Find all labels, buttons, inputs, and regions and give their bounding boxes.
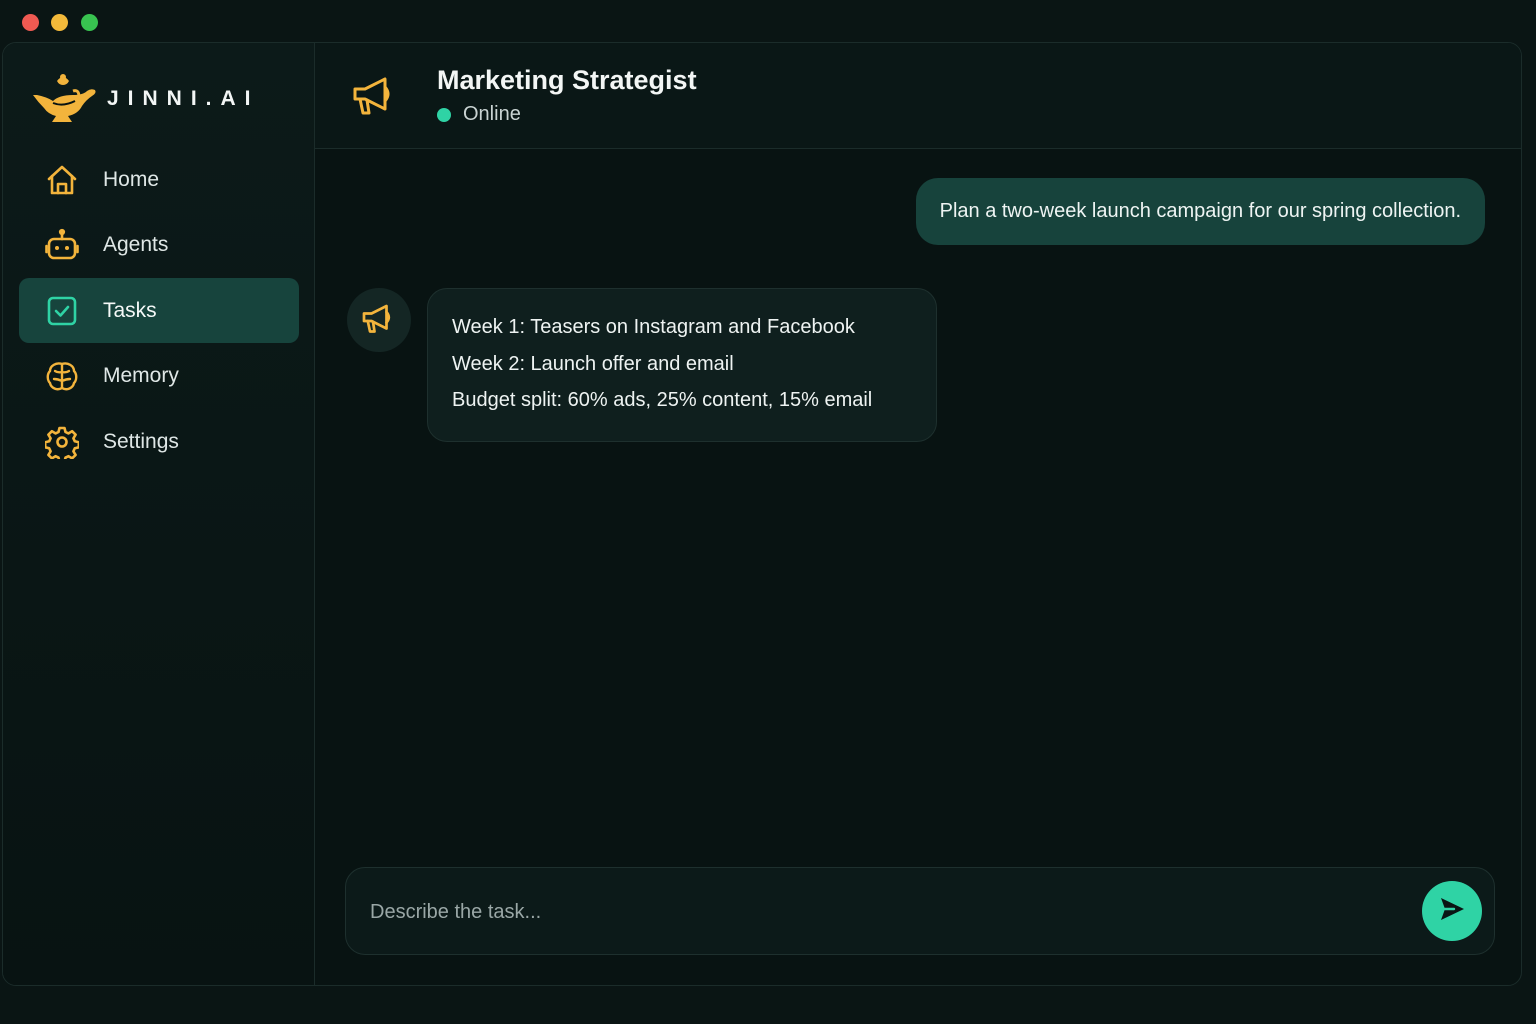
title-bar	[0, 0, 1536, 42]
send-button[interactable]	[1422, 881, 1482, 941]
online-status-dot	[437, 107, 451, 122]
close-window-button[interactable]	[22, 14, 39, 31]
home-icon	[45, 163, 79, 197]
megaphone-icon	[361, 300, 397, 341]
sidebar-item-agents[interactable]: Agents	[19, 213, 299, 278]
sidebar-item-home[interactable]: Home	[19, 147, 299, 212]
agent-message-line: Budget split: 60% ads, 25% content, 15% …	[452, 389, 873, 411]
agent-message-bubble: Week 1: Teasers on Instagram and Faceboo…	[427, 288, 937, 442]
maximize-window-button[interactable]	[81, 14, 98, 31]
sidebar-item-label: Settings	[103, 429, 179, 453]
sidebar-item-memory[interactable]: Memory	[19, 344, 299, 409]
robot-icon	[45, 228, 79, 262]
brain-icon	[45, 359, 79, 393]
sidebar-item-label: Home	[103, 167, 160, 191]
send-icon	[1438, 895, 1466, 928]
brand-logo[interactable]: JINNI.AI	[33, 73, 260, 125]
sidebar-item-tasks[interactable]: Tasks	[19, 278, 299, 343]
sidebar-item-label: Agents	[103, 233, 169, 256]
sidebar-nav: Home Agents Tasks Memory Settings	[19, 147, 299, 475]
checkbox-icon	[45, 294, 79, 328]
user-message-bubble: Plan a two-week launch campaign for our …	[915, 178, 1485, 245]
agent-name: Marketing Strategist	[437, 65, 697, 95]
agent-message-line: Week 1: Teasers on Instagram and Faceboo…	[452, 316, 855, 338]
brand-name: JINNI.AI	[107, 87, 260, 110]
agent-avatar	[347, 288, 411, 352]
sidebar: JINNI.AI Home Agents Tasks Memory Settin…	[3, 43, 315, 985]
genie-lamp-icon	[33, 73, 97, 125]
sidebar-item-label: Tasks	[103, 298, 157, 322]
sidebar-item-label: Memory	[103, 364, 179, 387]
app-window: JINNI.AI Home Agents Tasks Memory Settin…	[2, 42, 1522, 986]
sidebar-item-settings[interactable]: Settings	[19, 409, 299, 474]
gear-icon	[45, 425, 79, 459]
chat-panel: Marketing Strategist Online Plan a two-w…	[315, 43, 1521, 985]
status-indicator: Online	[437, 103, 521, 126]
task-input[interactable]	[370, 892, 1390, 932]
minimize-window-button[interactable]	[51, 14, 68, 31]
agent-message-line: Week 2: Launch offer and email	[452, 352, 734, 375]
status-text: Online	[463, 103, 521, 125]
chat-header: Marketing Strategist Online	[315, 43, 1521, 149]
megaphone-icon	[351, 71, 399, 124]
message-composer	[345, 867, 1495, 955]
